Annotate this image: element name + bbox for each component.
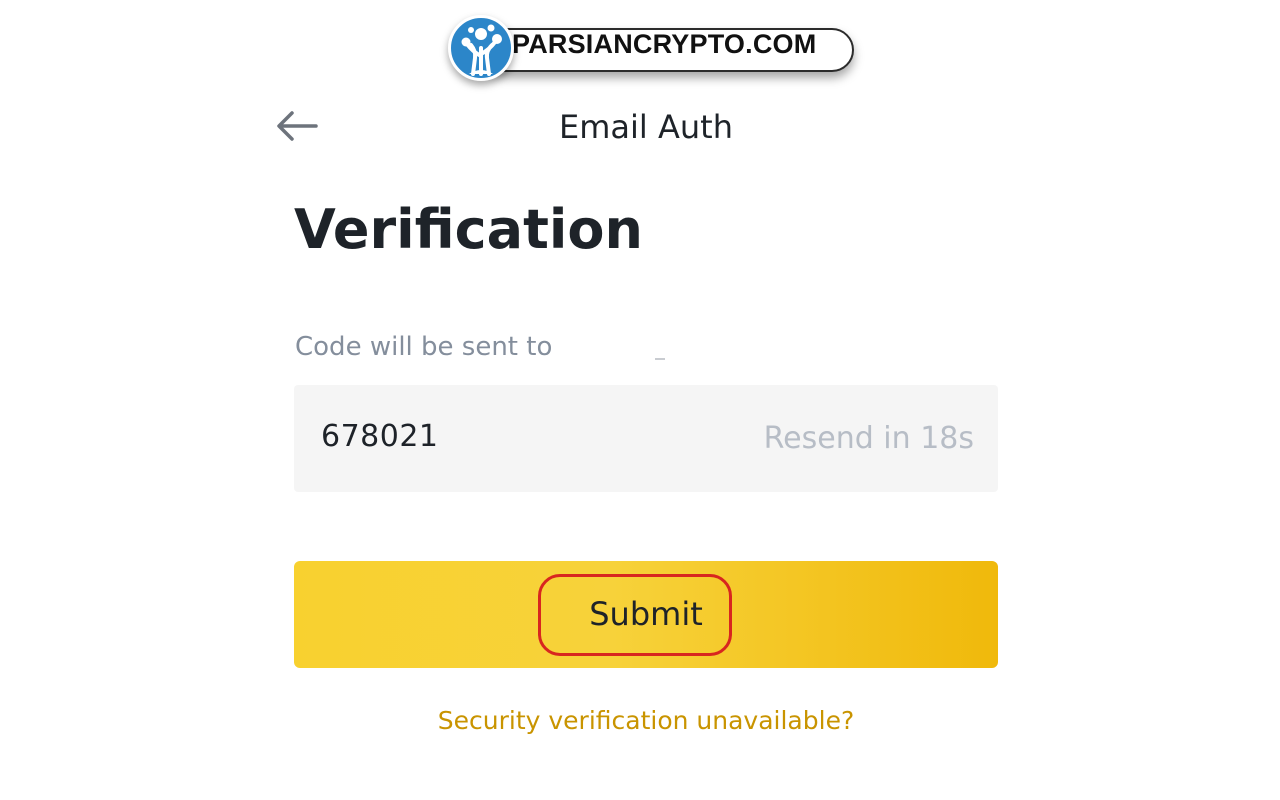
submit-button-label: Submit: [589, 595, 703, 633]
tree-logo-icon: [448, 15, 514, 81]
page-title: Email Auth: [559, 108, 733, 146]
redacted-email-mark: [655, 358, 665, 360]
verification-heading: Verification: [294, 198, 643, 261]
watermark-badge: PARSIANCRYPTO.COM: [448, 15, 856, 81]
verification-code-value[interactable]: 678021: [321, 419, 439, 454]
security-verification-unavailable-link[interactable]: Security verification unavailable?: [294, 706, 998, 735]
watermark-text: PARSIANCRYPTO.COM: [512, 29, 817, 59]
verification-code-field[interactable]: 678021 Resend in 18s: [294, 385, 998, 492]
resend-code-button[interactable]: Resend in 18s: [764, 421, 974, 456]
code-sent-to-label: Code will be sent to: [295, 332, 553, 362]
submit-button[interactable]: Submit: [294, 561, 998, 668]
arrow-left-icon[interactable]: [274, 106, 320, 146]
page: PARSIANCRYPTO.COM Email Auth Verificatio…: [0, 0, 1280, 800]
